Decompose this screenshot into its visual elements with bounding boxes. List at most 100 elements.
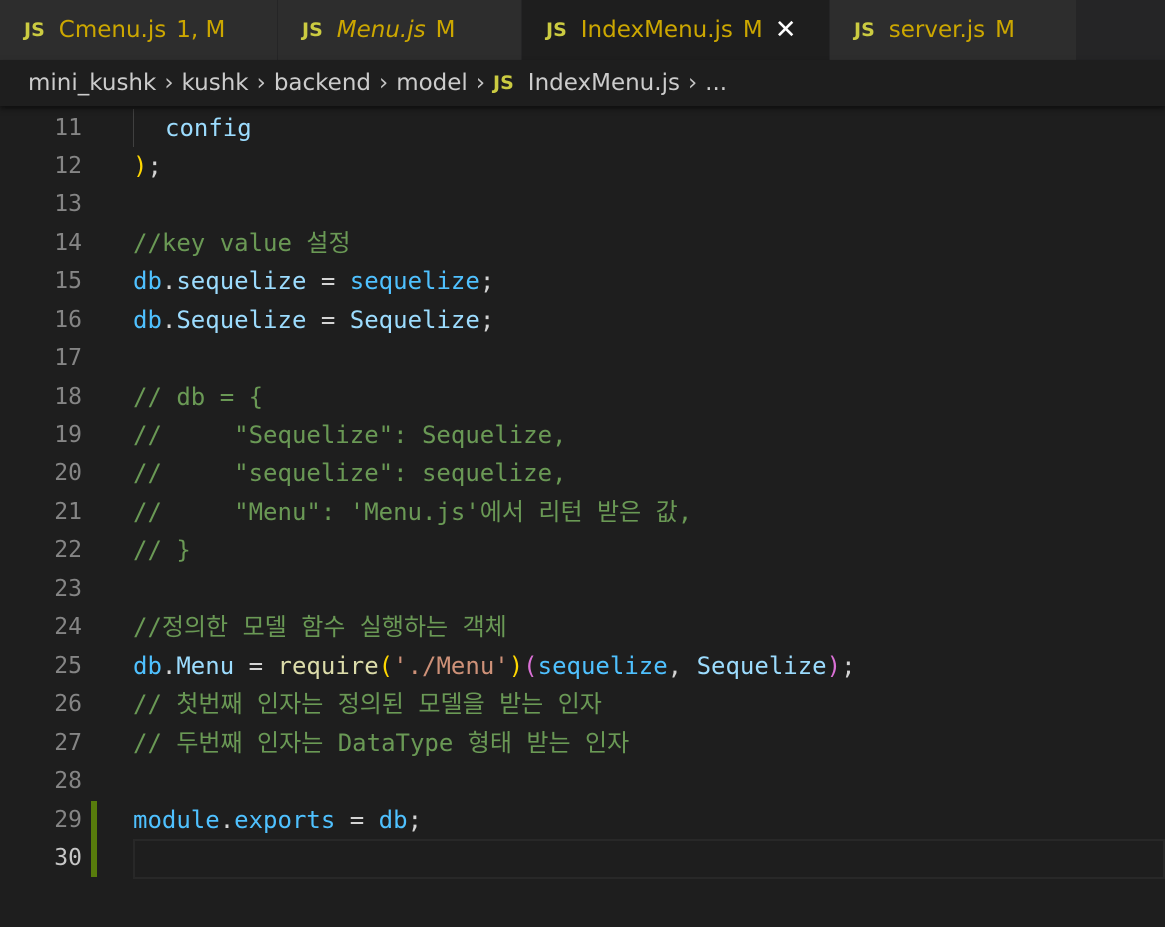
code-line-27: 27 // 두번째 인자는 DataType 형태 받는 인자 [0, 724, 1165, 762]
javascript-file-icon: JS [546, 19, 567, 41]
token-function: require [277, 652, 379, 680]
code-line-30: 30 [0, 839, 1165, 879]
token-property: sequelize [176, 267, 307, 295]
line-number: 15 [54, 268, 82, 294]
tab-server[interactable]: JS server.js M [830, 0, 1077, 60]
breadcrumb-item-kushk[interactable]: kushk [182, 70, 249, 96]
git-added-marker [91, 839, 97, 877]
breadcrumb-more[interactable]: ... [705, 70, 727, 96]
code-line-14: 14 //key value 설정 [0, 224, 1165, 262]
code-comment: //정의한 모델 함수 실행하는 객체 [133, 613, 507, 641]
line-number: 29 [54, 807, 82, 833]
code-text: config [165, 109, 252, 147]
tab-label: server.js [888, 17, 986, 43]
tab-label: IndexMenu.js [580, 17, 733, 43]
line-number: 26 [54, 691, 82, 717]
token-punctuation: ; [479, 306, 495, 334]
token-bracket: ) [826, 652, 842, 680]
breadcrumb-item-mini-kushk[interactable]: mini_kushk [28, 70, 156, 96]
tab-status: M [742, 17, 763, 43]
code-line-18: 18 // db = { [0, 378, 1165, 416]
line-number: 22 [54, 537, 82, 563]
code-comment: // "Sequelize": Sequelize, [133, 421, 567, 449]
code-line-19: 19 // "Sequelize": Sequelize, [0, 416, 1165, 454]
token-punctuation: . [219, 806, 235, 834]
token-variable: db [133, 267, 162, 295]
token-property: exports [234, 806, 336, 834]
breadcrumb-item-model[interactable]: model [396, 70, 468, 96]
code-text: db.sequelize = sequelize; [133, 262, 494, 300]
code-comment: // 첫번째 인자는 정의된 모델을 받는 인자 [133, 690, 602, 718]
token-punctuation: ; [407, 806, 423, 834]
tab-menu[interactable]: JS Menu.js M [278, 0, 522, 60]
token-variable: module [133, 806, 220, 834]
chevron-right-icon: › [379, 70, 389, 96]
token-string: './Menu' [393, 652, 509, 680]
line-number: 11 [54, 115, 82, 141]
indent-guide [133, 109, 134, 147]
token-variable: Sequelize [349, 306, 480, 334]
code-line-17: 17 [0, 339, 1165, 377]
token-bracket: ) [133, 152, 148, 180]
code-comment: // "Menu": 'Menu.js'에서 리턴 받은 값, [133, 498, 693, 526]
chevron-right-icon: › [687, 70, 698, 96]
token-property: Menu [176, 652, 235, 680]
git-added-marker [91, 801, 97, 839]
code-text: ); [133, 147, 162, 185]
code-line-28: 28 [0, 762, 1165, 800]
code-line-15: 15 db.sequelize = sequelize; [0, 262, 1165, 300]
line-number: 21 [54, 499, 82, 525]
token-punctuation: , [667, 652, 697, 680]
code-line-12: 12 ); [0, 147, 1165, 185]
tab-status: M [995, 17, 1016, 43]
code-text: module.exports = db; [133, 801, 422, 839]
line-number: 18 [54, 384, 82, 410]
tab-status: M [435, 17, 456, 43]
line-number: 19 [54, 422, 82, 448]
token-variable: sequelize [349, 267, 480, 295]
token-variable: Sequelize [696, 652, 827, 680]
code-line-25: 25 db.Menu = require('./Menu')(sequelize… [0, 647, 1165, 685]
token-bracket: ) [508, 652, 524, 680]
code-editor[interactable]: 11 config 12 ); 13 14 //key value 설정 15 … [0, 106, 1165, 927]
breadcrumb-item-backend[interactable]: backend [274, 70, 371, 96]
token-bracket: ( [523, 652, 538, 680]
chevron-right-icon: › [256, 70, 266, 96]
code-comment: // } [133, 536, 191, 564]
code-comment: //key value 설정 [133, 229, 351, 257]
javascript-file-icon: JS [493, 72, 514, 94]
code-line-29: 29 module.exports = db; [0, 801, 1165, 839]
token-punctuation: ; [841, 652, 856, 680]
tab-status: 1, M [176, 17, 226, 43]
token-variable: sequelize [537, 652, 668, 680]
token-operator: = [306, 306, 350, 334]
line-number: 16 [54, 307, 82, 333]
code-comment: // 두번째 인자는 DataType 형태 받는 인자 [133, 729, 630, 757]
breadcrumb-item-file[interactable]: IndexMenu.js [528, 70, 680, 96]
token-variable: db [378, 806, 408, 834]
token-operator: = [335, 806, 379, 834]
line-number: 13 [54, 191, 82, 217]
token-operator: = [306, 267, 350, 295]
token-variable: db [133, 306, 162, 334]
line-number: 14 [54, 230, 82, 256]
token-punctuation: ; [147, 152, 162, 180]
line-number: 27 [54, 730, 82, 756]
tab-cmenu[interactable]: JS Cmenu.js 1, M [0, 0, 278, 60]
code-comment: // "sequelize": sequelize, [133, 459, 567, 487]
editor-tab-bar: JS Cmenu.js 1, M JS Menu.js M JS IndexMe… [0, 0, 1165, 60]
code-line-13: 13 [0, 185, 1165, 223]
code-line-24: 24 //정의한 모델 함수 실행하는 객체 [0, 608, 1165, 646]
line-number: 30 [54, 845, 82, 871]
close-icon[interactable]: ✕ [775, 15, 797, 45]
code-comment: // db = { [133, 383, 264, 411]
token-punctuation: . [161, 267, 177, 295]
tab-indexmenu[interactable]: JS IndexMenu.js M ✕ [522, 0, 830, 60]
line-number: 24 [54, 614, 82, 640]
line-number: 25 [54, 653, 82, 679]
tab-label: Menu.js [336, 17, 426, 43]
line-number: 20 [54, 460, 82, 486]
code-line-22: 22 // } [0, 531, 1165, 569]
token-property: Sequelize [176, 306, 307, 334]
chevron-right-icon: › [475, 70, 486, 96]
